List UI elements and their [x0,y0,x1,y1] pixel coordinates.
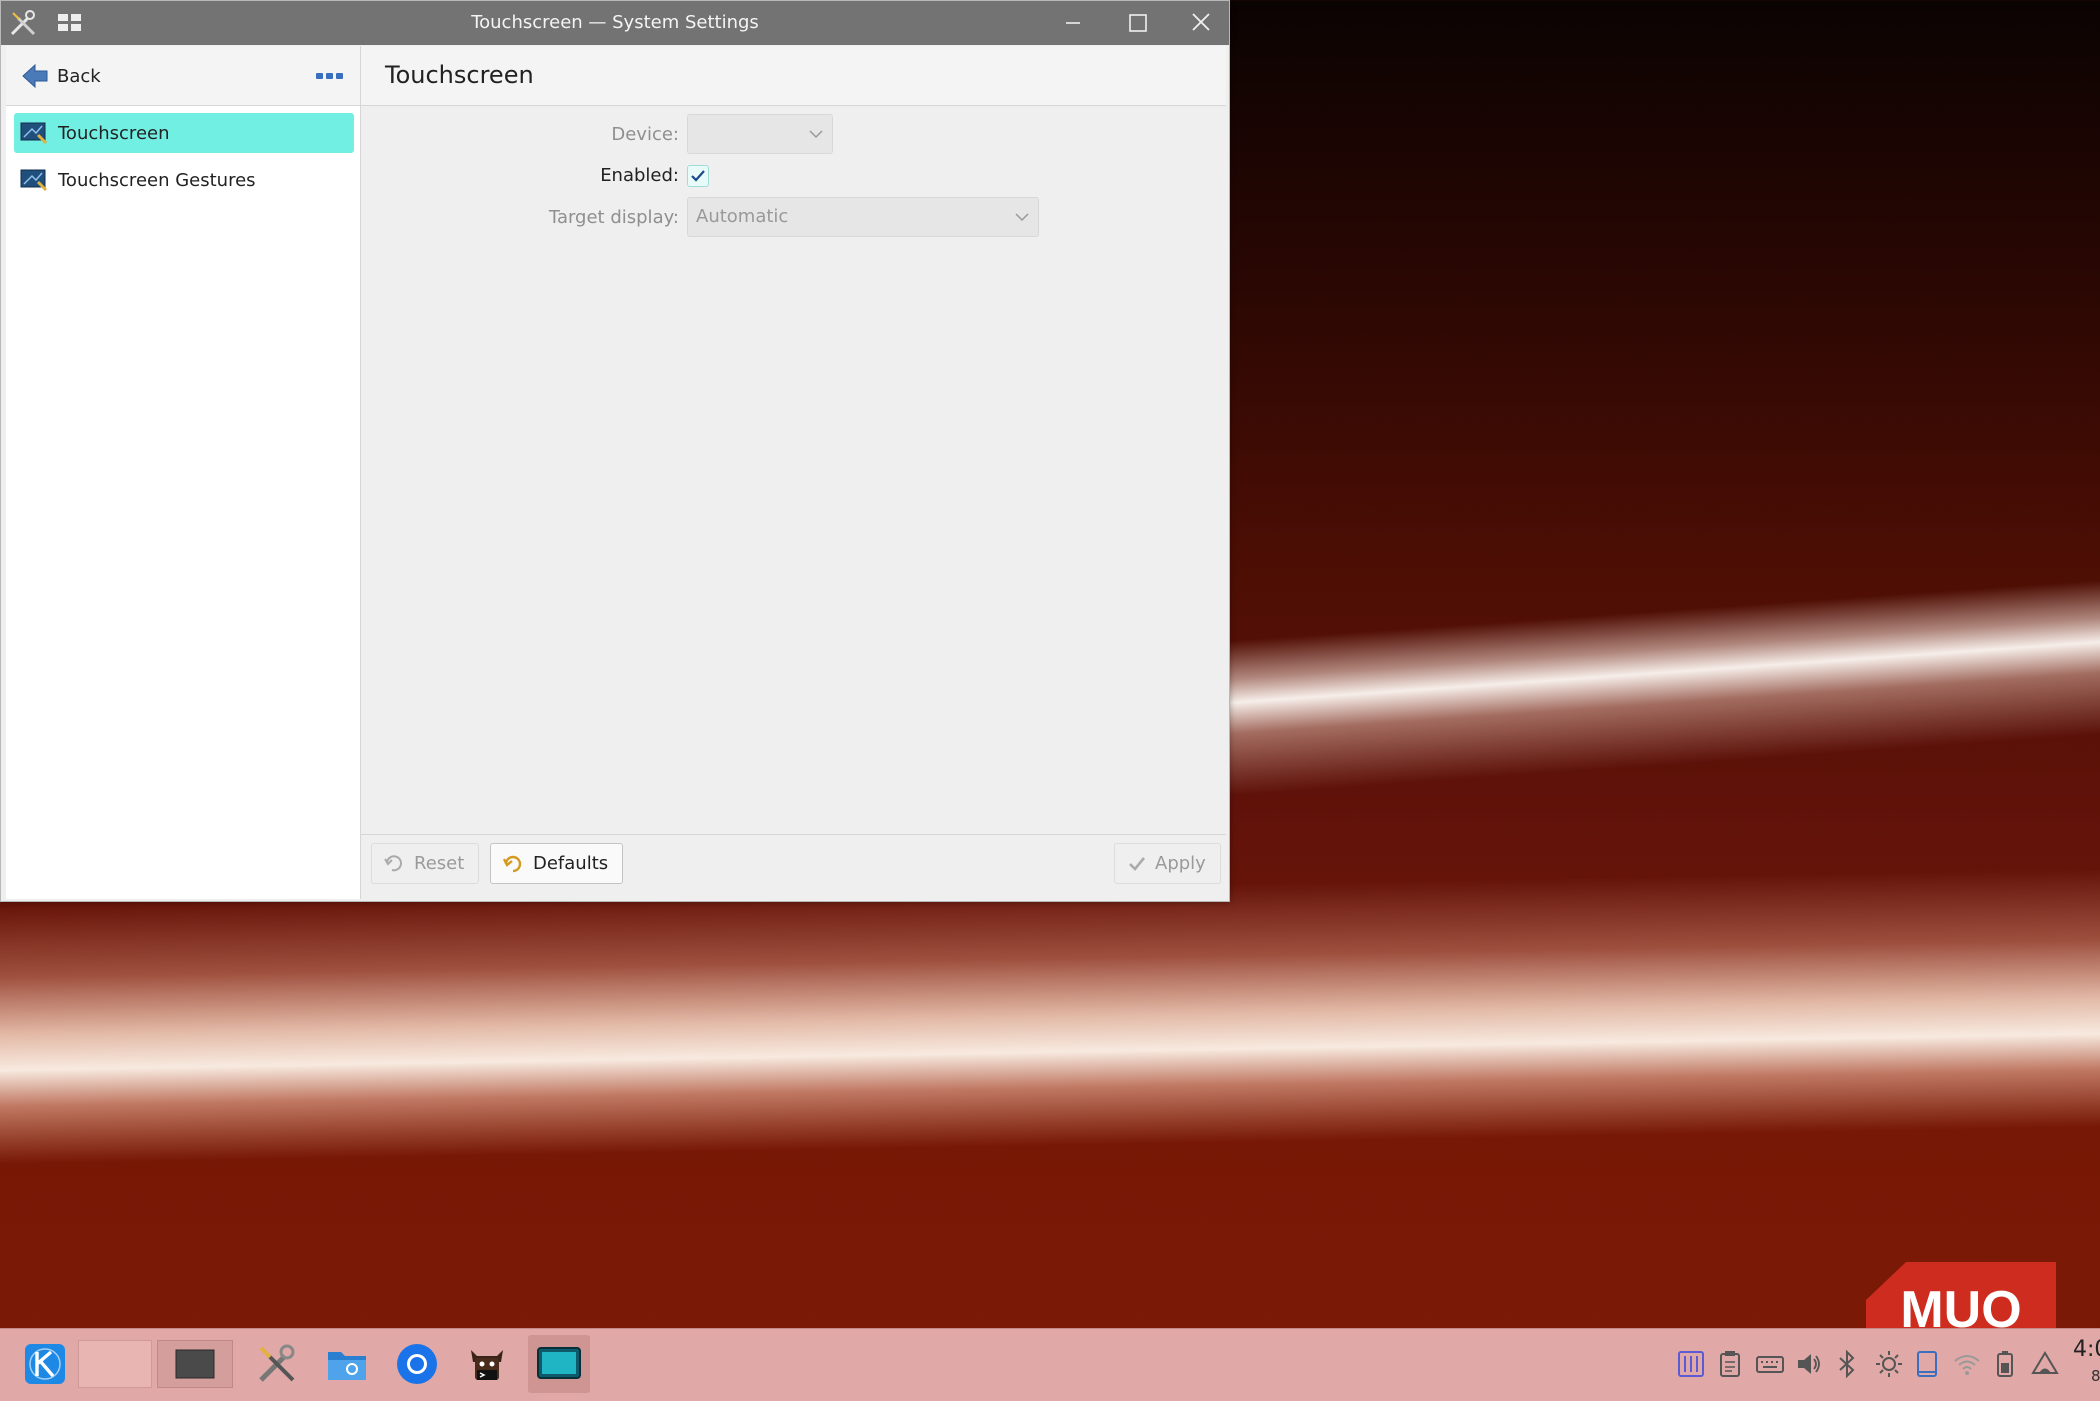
sidebar-item-touchscreen-gestures[interactable]: Touchscreen Gestures [14,160,354,200]
keyboard-icon[interactable] [1755,1349,1785,1379]
apply-button[interactable]: Apply [1114,843,1221,884]
device-notifier-icon[interactable] [1914,1349,1940,1379]
sidebar-header: Back [6,46,360,106]
back-label: Back [57,65,101,87]
file-manager-icon[interactable] [318,1335,376,1393]
chevron-down-icon [809,130,823,139]
brightness-icon[interactable] [1874,1349,1904,1379]
bluetooth-icon[interactable] [1836,1349,1858,1379]
taskbar: 4:0 8/ [0,1328,2100,1401]
minimize-button[interactable] [1058,9,1088,37]
chevron-down-icon [1015,213,1029,222]
sidebar-item-touchscreen[interactable]: Touchscreen [14,113,354,153]
enabled-checkbox[interactable] [687,165,709,187]
sidebar-list: Touchscreen Touchscreen Gestures [14,113,354,207]
enabled-row: Enabled: [361,155,1226,197]
sidebar-item-label: Touchscreen Gestures [58,169,256,191]
window-content: Back Touchscreen Touchscreen Gestures To… [6,46,1226,900]
target-display-label: Target display: [548,207,679,228]
digital-clock[interactable]: 4:0 8/ [2073,1337,2100,1389]
volume-icon[interactable] [1795,1349,1823,1379]
network-wifi-icon[interactable] [1952,1349,1982,1379]
defaults-button[interactable]: Defaults [490,843,624,884]
main-panel: Touchscreen Device: Enabled: Target disp… [361,46,1226,900]
apply-label: Apply [1155,853,1206,874]
page-title: Touchscreen [385,61,534,89]
window-title: Touchscreen — System Settings [471,12,759,33]
back-arrow-icon [22,63,48,89]
defaults-icon [503,855,522,872]
device-combobox[interactable] [687,114,833,154]
system-settings-taskbar-icon[interactable] [248,1335,306,1393]
reset-icon [384,854,402,871]
chromium-browser-icon[interactable] [388,1335,446,1393]
target-display-value: Automatic [696,206,789,227]
settings-form: Device: Enabled: Target display: Automat… [361,106,1226,833]
touchscreen-gestures-icon [20,169,48,192]
reset-button[interactable]: Reset [371,843,480,884]
device-label: Device: [611,124,679,145]
system-settings-active-window-icon[interactable] [528,1335,590,1393]
sidebar: Back Touchscreen Touchscreen Gestures [6,46,361,899]
audio-mixer-icon[interactable] [1676,1349,1706,1379]
application-launcher-icon[interactable] [14,1335,76,1393]
title-bar[interactable]: Touchscreen — System Settings [1,1,1229,45]
device-row: Device: [361,114,1226,156]
touchscreen-icon [20,122,48,145]
clock-time: 4:0 [2073,1337,2100,1362]
virtual-desktop-2[interactable] [157,1340,233,1388]
close-button[interactable] [1186,9,1216,37]
virtual-desktop-1[interactable] [78,1340,152,1388]
reset-label: Reset [414,853,465,874]
checkmark-icon [691,170,705,182]
sidebar-item-label: Touchscreen [58,122,170,144]
clock-date: 8/ [2091,1367,2100,1385]
page-header: Touchscreen [361,46,1226,106]
back-button[interactable]: Back [21,59,101,93]
target-display-row: Target display: Automatic [361,197,1226,239]
target-display-combobox[interactable]: Automatic [687,197,1039,237]
defaults-label: Defaults [533,853,609,874]
battery-icon[interactable] [1994,1349,2016,1379]
clipboard-icon[interactable] [1716,1349,1744,1379]
more-options-icon[interactable] [314,66,346,86]
system-settings-window: Touchscreen — System Settings Back Touch… [0,0,1230,902]
notifications-icon[interactable] [2030,1349,2060,1379]
maximize-button[interactable] [1122,9,1152,37]
enabled-label: Enabled: [600,165,679,186]
apply-check-icon [1129,856,1146,871]
terminal-app-icon[interactable] [458,1335,516,1393]
button-bar: Reset Defaults Apply [361,834,1226,900]
